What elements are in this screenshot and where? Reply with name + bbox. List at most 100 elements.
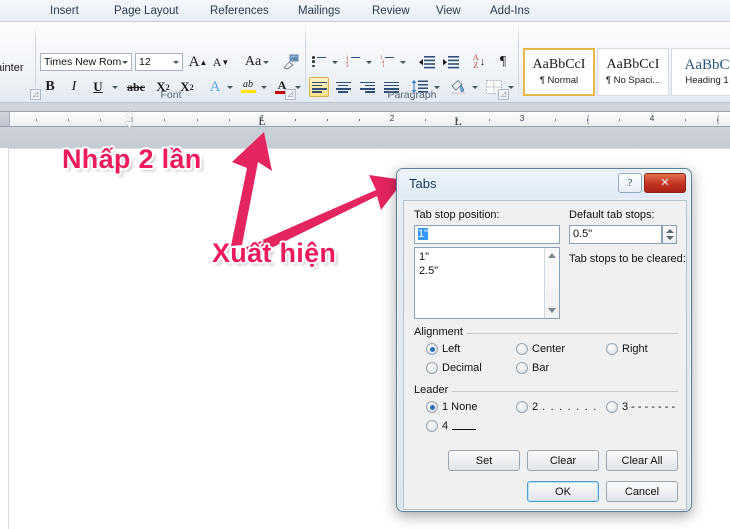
paragraph-dialog-launcher[interactable]: ◿ xyxy=(498,89,509,100)
style-preview: AaBbCcI xyxy=(606,57,660,72)
radio-dot xyxy=(426,362,438,374)
dialog-title-bar[interactable]: Tabs ? ✕ xyxy=(400,172,688,198)
ruler-number-3: 3 xyxy=(519,113,525,123)
style-label: Heading 1 xyxy=(685,75,729,86)
radio-leader-underline[interactable]: 4 xyxy=(426,420,477,432)
radio-leader-dots[interactable]: 2 . . . . . . . xyxy=(516,401,597,413)
ribbon-tab-review[interactable]: Review xyxy=(366,2,416,20)
radio-label: 2 xyxy=(532,401,539,413)
decrease-indent-svg xyxy=(418,55,435,68)
show-formatting-marks-icon[interactable]: ¶ xyxy=(494,52,512,72)
annotation-double-click: Nhấp 2 lần xyxy=(62,144,202,174)
clear-all-button[interactable]: Clear All xyxy=(606,450,678,471)
default-tab-stops-input[interactable]: 0.5" xyxy=(569,225,662,244)
clear-formatting-icon[interactable]: AB xyxy=(280,52,300,72)
default-tab-stops-stepper[interactable] xyxy=(662,225,677,244)
multilevel-dropdown-icon[interactable] xyxy=(396,53,407,71)
scroll-up-icon[interactable] xyxy=(548,253,556,258)
bullets-dropdown-icon[interactable] xyxy=(328,53,339,71)
radio-label: Bar xyxy=(532,362,550,374)
font-group-label: Font xyxy=(160,89,182,101)
numbering-dropdown-icon[interactable] xyxy=(362,53,373,71)
paragraph-group-label: Paragraph xyxy=(387,89,437,101)
shrink-font-glyph: A xyxy=(212,54,222,69)
close-icon[interactable]: ✕ xyxy=(644,173,686,193)
radio-label: Left xyxy=(442,343,461,355)
chevron-down-icon xyxy=(331,60,338,64)
increase-indent-icon[interactable] xyxy=(440,53,460,71)
ribbon-tab-page-layout[interactable]: Page Layout xyxy=(108,2,185,20)
sort-icon[interactable]: AZ ↓ xyxy=(468,52,490,72)
svg-text:AB: AB xyxy=(291,56,297,61)
default-tab-stops-label: Default tab stops: xyxy=(569,209,655,221)
group-separator xyxy=(305,24,306,96)
ribbon-tab-strip: Insert Page Layout References Mailings R… xyxy=(0,0,730,22)
leader-group-frame xyxy=(414,391,678,392)
grow-font-icon[interactable]: A ▲ xyxy=(188,52,208,72)
clear-button[interactable]: Clear xyxy=(527,450,599,471)
tab-stop-position-label: Tab stop position: xyxy=(414,209,500,221)
style-label: ¶ No Spaci... xyxy=(605,75,661,86)
tab-stop-marker-1[interactable]: L xyxy=(258,115,265,127)
bullets-icon[interactable] xyxy=(310,53,328,71)
annotation-appears: Xuất hiện xyxy=(212,238,337,268)
ok-button[interactable]: OK xyxy=(527,481,599,502)
font-name-combobox[interactable]: Times New Rom xyxy=(40,53,132,71)
shrink-font-icon[interactable]: A ▼ xyxy=(211,52,231,72)
set-button[interactable]: Set xyxy=(448,450,520,471)
list-item[interactable]: 2.5" xyxy=(415,264,559,278)
numbering-glyph: 123 xyxy=(346,56,360,69)
radio-alignment-left[interactable]: Left xyxy=(426,343,460,355)
sort-arrow-glyph: ↓ xyxy=(479,56,486,68)
radio-alignment-bar[interactable]: Bar xyxy=(516,362,549,374)
bullets-glyph xyxy=(312,56,326,68)
radio-dot xyxy=(516,362,528,374)
indent-marker[interactable] xyxy=(126,110,135,130)
listbox-scrollbar[interactable] xyxy=(544,248,559,318)
cancel-button[interactable]: Cancel xyxy=(606,481,678,502)
radio-alignment-center[interactable]: Center xyxy=(516,343,565,355)
ribbon-tab-mailings[interactable]: Mailings xyxy=(292,2,346,20)
font-size-combobox[interactable]: 12 xyxy=(135,53,183,71)
help-icon[interactable]: ? xyxy=(618,173,642,193)
radio-leader-none[interactable]: 1 None xyxy=(426,401,477,413)
ruler-tick-half-2: | xyxy=(586,114,590,125)
dialog-body: Tab stop position: 1" 1" 2.5" Default ta… xyxy=(403,200,687,510)
list-item[interactable]: 1" xyxy=(415,250,559,264)
ribbon-tab-references[interactable]: References xyxy=(204,2,275,20)
stepper-up-icon[interactable] xyxy=(665,229,674,233)
stepper-down-icon[interactable] xyxy=(665,236,674,240)
radio-label: 3 xyxy=(622,401,629,413)
tab-stops-listbox[interactable]: 1" 2.5" xyxy=(414,247,560,319)
tab-stop-position-input[interactable]: 1" xyxy=(414,225,560,244)
tabs-dialog[interactable]: Tabs ? ✕ Tab stop position: 1" 1" 2.5" D… xyxy=(396,168,692,512)
chevron-down-icon xyxy=(263,60,270,64)
radio-dot xyxy=(516,343,528,355)
radio-label: 4 xyxy=(442,420,449,432)
style-item-normal[interactable]: AaBbCcI ¶ Normal xyxy=(523,48,595,96)
style-preview: AaBbCcI xyxy=(532,57,586,72)
font-dialog-launcher[interactable]: ◿ xyxy=(285,89,296,100)
style-item-heading-1[interactable]: AaBbC Heading 1 xyxy=(671,48,730,96)
scroll-down-icon[interactable] xyxy=(548,308,556,313)
ribbon-tab-insert[interactable]: Insert xyxy=(44,2,85,20)
horizontal-ruler[interactable]: | | | 1 2 3 4 L L xyxy=(0,111,730,127)
tab-stop-marker-2[interactable]: L xyxy=(454,115,461,127)
radio-leader-dashes[interactable]: 3 - - - - - - - xyxy=(606,401,675,413)
style-item-no-spacing[interactable]: AaBbCcI ¶ No Spaci... xyxy=(597,48,669,96)
ribbon-tab-add-ins[interactable]: Add-Ins xyxy=(484,2,536,20)
ruler-number-4: 4 xyxy=(649,113,655,123)
tab-stop-position-value: 1" xyxy=(418,228,429,240)
radio-alignment-right[interactable]: Right xyxy=(606,343,648,355)
multilevel-list-icon[interactable]: 1ai xyxy=(378,53,396,71)
leader-line-sample xyxy=(452,422,477,430)
ribbon-tab-view[interactable]: View xyxy=(430,2,467,20)
ruler-tick-half-3: | xyxy=(716,114,720,125)
change-case-icon[interactable]: Aa xyxy=(242,52,272,72)
leader-dots-sample: . . . . . . . xyxy=(542,401,598,413)
radio-alignment-decimal[interactable]: Decimal xyxy=(426,362,482,374)
radio-dot xyxy=(516,401,528,413)
decrease-indent-icon[interactable] xyxy=(416,53,436,71)
chevron-down-icon xyxy=(399,60,406,64)
numbering-icon[interactable]: 123 xyxy=(344,53,362,71)
